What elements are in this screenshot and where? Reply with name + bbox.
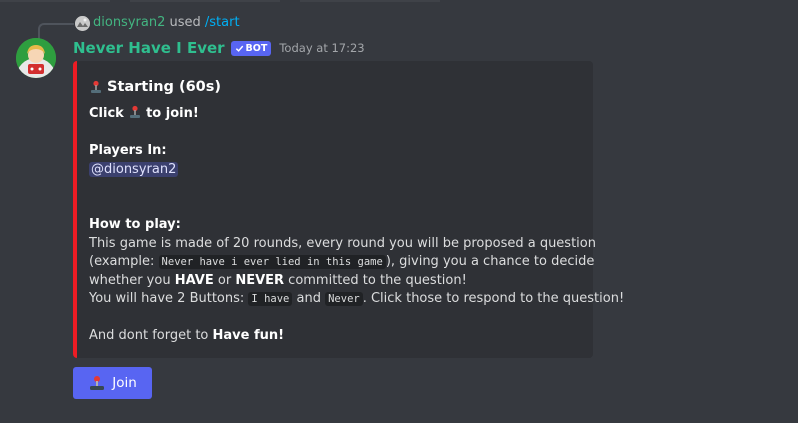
or-text: or: [217, 272, 232, 288]
reply-avatar[interactable]: [75, 16, 90, 31]
top-divider: [0, 0, 798, 2]
bot-avatar[interactable]: [16, 38, 56, 78]
click-prefix: Click: [89, 106, 124, 121]
line2-prefix: (example:: [89, 254, 155, 269]
joystick-icon: [129, 105, 140, 118]
embed-title-text: Starting (60s): [107, 78, 222, 95]
footer-line: And dont forget to Have fun!: [89, 327, 583, 346]
game-embed: Starting (60s) Click to join! Players In…: [73, 61, 624, 358]
joystick-icon: [90, 376, 105, 390]
bot-tag-label: BOT: [245, 42, 268, 54]
never-code: Never: [325, 292, 363, 306]
line4-suffix: . Click those to respond to the question…: [362, 291, 625, 306]
and-text: and: [296, 291, 321, 306]
embed-title: Starting (60s): [89, 77, 583, 97]
rules-line-4: You will have 2 Buttons: I have and Neve…: [89, 290, 624, 309]
footer-bold: Have fun!: [212, 328, 285, 343]
how-to-heading: How to play:: [89, 217, 181, 232]
have-bold: HAVE: [174, 272, 214, 288]
line2-suffix: ), giving you a chance to decide: [385, 254, 595, 269]
players-heading: Players In:: [89, 143, 167, 158]
reply-username[interactable]: dionsyran2: [93, 15, 165, 30]
reply-used-text: used: [169, 15, 201, 30]
rules-line-2: (example: Never have i ever lied in this…: [89, 253, 594, 272]
join-button-label: Join: [112, 375, 137, 391]
reply-command[interactable]: /start: [205, 15, 240, 30]
bot-tag: BOT: [230, 40, 272, 56]
checkmark-icon: [235, 45, 243, 52]
reply-spine: [38, 23, 74, 39]
example-code: Never have i ever lied in this game: [158, 255, 386, 269]
line3-prefix: whether you: [89, 272, 171, 288]
message-timestamp[interactable]: Today at 17:23: [279, 41, 364, 55]
joystick-icon: [91, 80, 101, 93]
rules-line-3: whether you HAVE or NEVER committed to t…: [89, 272, 583, 291]
i-have-code: I have: [248, 292, 293, 306]
message-header: Never Have I Ever BOT Today at 17:23: [73, 37, 365, 59]
never-bold: NEVER: [235, 272, 285, 288]
footer-prefix: And dont forget to: [89, 328, 209, 343]
rules-line-1: This game is made of 20 rounds, every ro…: [89, 235, 596, 251]
reply-context: dionsyran2 used /start: [93, 15, 240, 30]
player-mention[interactable]: @dionsyran2: [89, 161, 179, 177]
line4-prefix: You will have 2 Buttons:: [89, 291, 245, 306]
join-button[interactable]: Join: [73, 367, 152, 399]
bot-username[interactable]: Never Have I Ever: [73, 39, 225, 57]
click-suffix: to join!: [146, 106, 199, 121]
join-instruction: Click to join!: [89, 105, 583, 124]
line3-suffix: committed to the question!: [288, 272, 467, 288]
